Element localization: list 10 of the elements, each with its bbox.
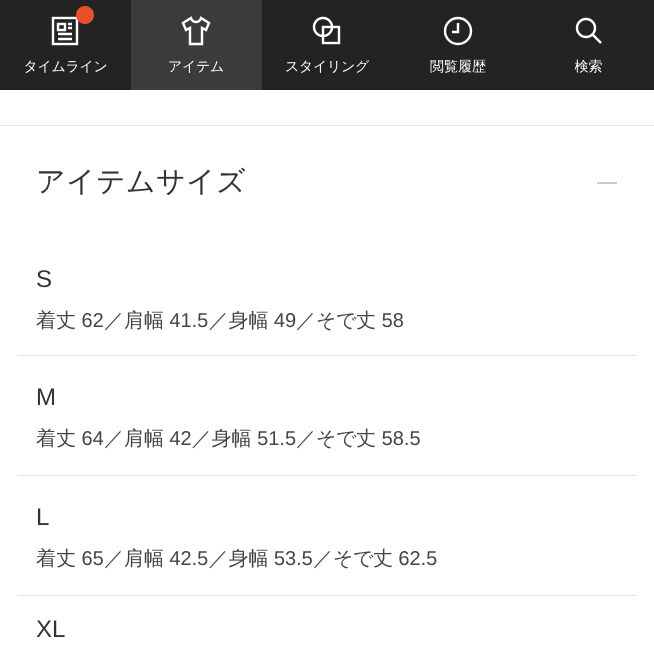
size-measurements: 着丈 64／肩幅 42／身幅 51.5／そで丈 58.5 <box>36 427 422 452</box>
size-label: XL <box>36 615 66 645</box>
size-measurements: 着丈 62／肩幅 41.5／身幅 49／そで丈 58 <box>36 309 405 334</box>
size-measurements: 着丈 65／肩幅 42.5／身幅 53.5／そで丈 62.5 <box>36 547 438 572</box>
nav-tab[interactable]: アイテム <box>130 0 262 90</box>
section-title: アイテムサイズ <box>36 165 246 200</box>
size-label: M <box>36 383 57 413</box>
size-label: S <box>36 265 54 295</box>
tshirt-icon <box>179 14 214 48</box>
size-label: L <box>36 503 50 533</box>
